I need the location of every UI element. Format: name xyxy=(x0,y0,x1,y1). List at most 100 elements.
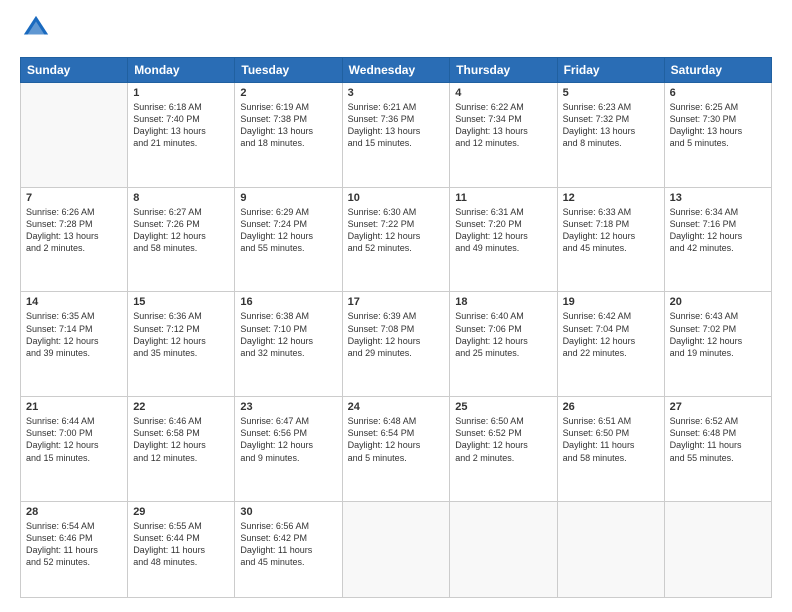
day-number: 16 xyxy=(240,296,336,308)
day-info: Sunrise: 6:56 AMSunset: 6:42 PMDaylight:… xyxy=(240,520,336,569)
table-row xyxy=(21,83,128,188)
table-row: 24 Sunrise: 6:48 AMSunset: 6:54 PMDayligh… xyxy=(342,397,450,502)
day-number: 14 xyxy=(26,296,122,308)
calendar: Sunday Monday Tuesday Wednesday Thursday… xyxy=(20,57,772,598)
table-row: 15 Sunrise: 6:36 AMSunset: 7:12 PMDayligh… xyxy=(128,292,235,397)
table-row: 18Sunrise: 6:40 AMSunset: 7:06 PMDayligh… xyxy=(450,292,557,397)
day-info: Sunrise: 6:27 AMSunset: 7:26 PMDaylight:… xyxy=(133,206,229,255)
table-row xyxy=(557,501,664,597)
day-info: Sunrise: 6:33 AMSunset: 7:18 PMDaylight:… xyxy=(563,206,659,255)
day-info: Sunrise: 6:51 AMSunset: 6:50 PMDaylight:… xyxy=(563,415,659,464)
table-row: 19 Sunrise: 6:42 AMSunset: 7:04 PMDayligh… xyxy=(557,292,664,397)
day-number: 19 xyxy=(563,296,659,308)
table-row xyxy=(664,501,771,597)
day-number: 10 xyxy=(348,192,445,204)
table-row: 27 Sunrise: 6:52 AMSunset: 6:48 PMDayligh… xyxy=(664,397,771,502)
day-info: Sunrise: 6:46 AMSunset: 6:58 PMDaylight:… xyxy=(133,415,229,464)
day-number: 29 xyxy=(133,506,229,518)
table-row: 25 Sunrise: 6:50 AMSunset: 6:52 PMDayligh… xyxy=(450,397,557,502)
day-number: 28 xyxy=(26,506,122,518)
day-number: 21 xyxy=(26,401,122,413)
day-info: Sunrise: 6:55 AMSunset: 6:44 PMDaylight:… xyxy=(133,520,229,569)
day-number: 17 xyxy=(348,296,445,308)
day-info: Sunrise: 6:25 AMSunset: 7:30 PMDaylight:… xyxy=(670,101,766,150)
table-row: 7 Sunrise: 6:26 AMSunset: 7:28 PMDaylight… xyxy=(21,187,128,292)
day-info: Sunrise: 6:31 AMSunset: 7:20 PMDaylight:… xyxy=(455,206,551,255)
table-row: 16 Sunrise: 6:38 AMSunset: 7:10 PMDayligh… xyxy=(235,292,342,397)
day-number: 27 xyxy=(670,401,766,413)
day-number: 1 xyxy=(133,87,229,99)
col-friday: Friday xyxy=(557,58,664,83)
day-info: Sunrise: 6:34 AMSunset: 7:16 PMDaylight:… xyxy=(670,206,766,255)
table-row: 1 Sunrise: 6:18 AMSunset: 7:40 PMDaylight… xyxy=(128,83,235,188)
table-row: 12Sunrise: 6:33 AMSunset: 7:18 PMDayligh… xyxy=(557,187,664,292)
calendar-body: 1 Sunrise: 6:18 AMSunset: 7:40 PMDaylight… xyxy=(21,83,772,598)
day-number: 6 xyxy=(670,87,766,99)
day-number: 23 xyxy=(240,401,336,413)
day-number: 15 xyxy=(133,296,229,308)
day-info: Sunrise: 6:50 AMSunset: 6:52 PMDaylight:… xyxy=(455,415,551,464)
table-row xyxy=(450,501,557,597)
day-info: Sunrise: 6:21 AMSunset: 7:36 PMDaylight:… xyxy=(348,101,445,150)
day-info: Sunrise: 6:39 AMSunset: 7:08 PMDaylight:… xyxy=(348,310,445,359)
col-monday: Monday xyxy=(128,58,235,83)
day-info: Sunrise: 6:18 AMSunset: 7:40 PMDaylight:… xyxy=(133,101,229,150)
table-row: 23Sunrise: 6:47 AMSunset: 6:56 PMDayligh… xyxy=(235,397,342,502)
table-row: 17 Sunrise: 6:39 AMSunset: 7:08 PMDayligh… xyxy=(342,292,450,397)
day-number: 30 xyxy=(240,506,336,518)
day-info: Sunrise: 6:26 AMSunset: 7:28 PMDaylight:… xyxy=(26,206,122,255)
col-tuesday: Tuesday xyxy=(235,58,342,83)
calendar-header: Sunday Monday Tuesday Wednesday Thursday… xyxy=(21,58,772,83)
day-number: 9 xyxy=(240,192,336,204)
table-row: 20 Sunrise: 6:43 AMSunset: 7:02 PMDayligh… xyxy=(664,292,771,397)
table-row: 9 Sunrise: 6:29 AMSunset: 7:24 PMDaylight… xyxy=(235,187,342,292)
day-info: Sunrise: 6:42 AMSunset: 7:04 PMDaylight:… xyxy=(563,310,659,359)
logo xyxy=(20,18,50,47)
table-row xyxy=(342,501,450,597)
table-row: 22 Sunrise: 6:46 AMSunset: 6:58 PMDayligh… xyxy=(128,397,235,502)
day-number: 3 xyxy=(348,87,445,99)
table-row: 28 Sunrise: 6:54 AMSunset: 6:46 PMDayligh… xyxy=(21,501,128,597)
day-number: 25 xyxy=(455,401,551,413)
table-row: 3 Sunrise: 6:21 AMSunset: 7:36 PMDaylight… xyxy=(342,83,450,188)
day-number: 26 xyxy=(563,401,659,413)
day-info: Sunrise: 6:40 AMSunset: 7:06 PMDaylight:… xyxy=(455,310,551,359)
day-number: 2 xyxy=(240,87,336,99)
table-row: 11 Sunrise: 6:31 AMSunset: 7:20 PMDayligh… xyxy=(450,187,557,292)
table-row: 6 Sunrise: 6:25 AMSunset: 7:30 PMDaylight… xyxy=(664,83,771,188)
table-row: 14Sunrise: 6:35 AMSunset: 7:14 PMDayligh… xyxy=(21,292,128,397)
day-info: Sunrise: 6:22 AMSunset: 7:34 PMDaylight:… xyxy=(455,101,551,150)
logo-icon xyxy=(22,14,50,42)
day-number: 5 xyxy=(563,87,659,99)
col-wednesday: Wednesday xyxy=(342,58,450,83)
day-number: 7 xyxy=(26,192,122,204)
day-info: Sunrise: 6:29 AMSunset: 7:24 PMDaylight:… xyxy=(240,206,336,255)
day-number: 11 xyxy=(455,192,551,204)
col-thursday: Thursday xyxy=(450,58,557,83)
day-info: Sunrise: 6:43 AMSunset: 7:02 PMDaylight:… xyxy=(670,310,766,359)
table-row: 4 Sunrise: 6:22 AMSunset: 7:34 PMDaylight… xyxy=(450,83,557,188)
day-number: 20 xyxy=(670,296,766,308)
weekday-row: Sunday Monday Tuesday Wednesday Thursday… xyxy=(21,58,772,83)
day-info: Sunrise: 6:48 AMSunset: 6:54 PMDaylight:… xyxy=(348,415,445,464)
table-row: 29 Sunrise: 6:55 AMSunset: 6:44 PMDayligh… xyxy=(128,501,235,597)
day-number: 24 xyxy=(348,401,445,413)
day-info: Sunrise: 6:52 AMSunset: 6:48 PMDaylight:… xyxy=(670,415,766,464)
col-saturday: Saturday xyxy=(664,58,771,83)
day-number: 8 xyxy=(133,192,229,204)
table-row: 2 Sunrise: 6:19 AMSunset: 7:38 PMDaylight… xyxy=(235,83,342,188)
table-row: 8 Sunrise: 6:27 AMSunset: 7:26 PMDaylight… xyxy=(128,187,235,292)
day-info: Sunrise: 6:23 AMSunset: 7:32 PMDaylight:… xyxy=(563,101,659,150)
table-row: 21Sunrise: 6:44 AMSunset: 7:00 PMDayligh… xyxy=(21,397,128,502)
day-info: Sunrise: 6:54 AMSunset: 6:46 PMDaylight:… xyxy=(26,520,122,569)
day-info: Sunrise: 6:38 AMSunset: 7:10 PMDaylight:… xyxy=(240,310,336,359)
table-row: 26 Sunrise: 6:51 AMSunset: 6:50 PMDayligh… xyxy=(557,397,664,502)
header xyxy=(20,18,772,47)
day-info: Sunrise: 6:36 AMSunset: 7:12 PMDaylight:… xyxy=(133,310,229,359)
table-row: 30 Sunrise: 6:56 AMSunset: 6:42 PMDayligh… xyxy=(235,501,342,597)
day-info: Sunrise: 6:19 AMSunset: 7:38 PMDaylight:… xyxy=(240,101,336,150)
day-number: 13 xyxy=(670,192,766,204)
day-number: 4 xyxy=(455,87,551,99)
table-row: 13 Sunrise: 6:34 AMSunset: 7:16 PMDayligh… xyxy=(664,187,771,292)
day-number: 22 xyxy=(133,401,229,413)
